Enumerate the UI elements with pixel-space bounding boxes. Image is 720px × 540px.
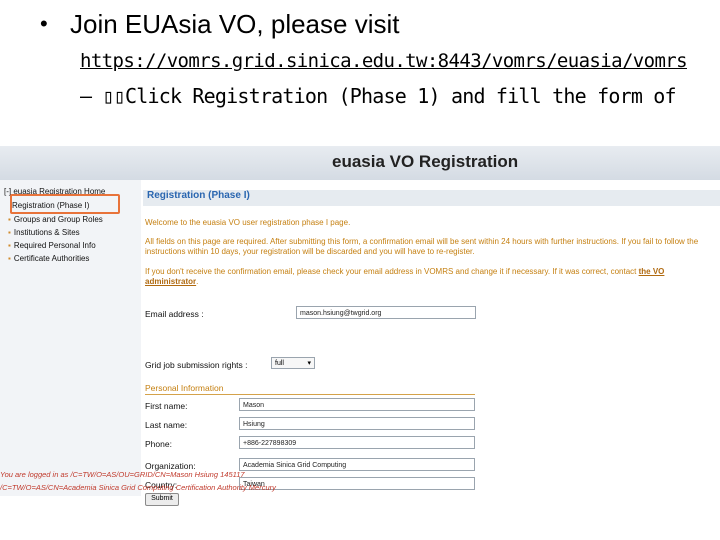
bullet-icon: • xyxy=(40,11,48,36)
phone-field[interactable]: +886-227898309 xyxy=(239,436,475,449)
page-title: euasia VO Registration xyxy=(332,152,519,171)
sidebar-item-institutions[interactable]: ▪ Institutions & Sites xyxy=(8,228,80,237)
first-name-label: First name: xyxy=(145,401,188,411)
personal-info-header: Personal Information xyxy=(145,383,224,393)
rights-label: Grid job submission rights : xyxy=(145,360,248,370)
bullet-icon: ▪ xyxy=(8,228,11,237)
submit-button[interactable]: Submit xyxy=(145,493,179,506)
embedded-screenshot: euasia VO Registration [-] euasia Regist… xyxy=(0,146,720,506)
bullet-point: • Join EUAsia VO, please visit xyxy=(40,6,399,42)
chevron-down-icon: ▾ xyxy=(307,360,311,367)
confirmation-help-text: If you don't receive the confirmation em… xyxy=(145,267,665,286)
bullet-text: Join EUAsia VO, please visit xyxy=(70,8,400,39)
first-name-field[interactable]: Mason xyxy=(239,398,475,411)
sidebar-item-certificate-authorities[interactable]: ▪ Certificate Authorities xyxy=(8,254,89,263)
email-label: Email address : xyxy=(145,309,204,319)
last-name-field[interactable]: Hsiung xyxy=(239,417,475,430)
login-info-line-2: /C=TW/O=AS/CN=Academia Sinica Grid Compu… xyxy=(0,483,276,492)
main-content: Registration (Phase I) Welcome to the eu… xyxy=(143,180,720,506)
url-line: https://vomrs.grid.sinica.edu.tw:8443/vo… xyxy=(80,50,688,72)
screenshot-header: euasia VO Registration xyxy=(0,146,720,180)
sidebar: [-] euasia Registration Home Registratio… xyxy=(0,180,141,496)
bullet-icon: ▪ xyxy=(8,215,11,224)
organization-field[interactable]: Academia Sinica Grid Computing xyxy=(239,458,475,471)
phone-label: Phone: xyxy=(145,439,172,449)
highlight-box xyxy=(10,194,120,214)
sidebar-item-personal-info[interactable]: ▪ Required Personal Info xyxy=(8,241,96,250)
bullet-icon: ▪ xyxy=(8,254,11,263)
welcome-text: Welcome to the euasia VO user registrati… xyxy=(145,218,351,227)
vomrs-url-link[interactable]: https://vomrs.grid.sinica.edu.tw:8443/vo… xyxy=(80,50,688,72)
divider xyxy=(145,394,475,395)
last-name-label: Last name: xyxy=(145,420,188,430)
info-text: All fields on this page are required. Af… xyxy=(145,237,699,256)
section-title: Registration (Phase I) xyxy=(143,190,720,206)
instruction-text: ▯▯Click Registration (Phase 1) and fill … xyxy=(102,84,677,108)
login-info-line-1: You are logged in as /C=TW/O=AS/OU=GRID/… xyxy=(0,470,245,479)
dash-marker: – xyxy=(80,84,92,108)
bullet-icon: ▪ xyxy=(8,241,11,250)
rights-select[interactable]: full ▾ xyxy=(271,357,315,369)
instruction-line: – ▯▯Click Registration (Phase 1) and fil… xyxy=(80,84,720,108)
email-field[interactable]: mason.hsiung@twgrid.org xyxy=(296,306,476,319)
sidebar-item-groups[interactable]: ▪ Groups and Group Roles xyxy=(8,215,103,224)
